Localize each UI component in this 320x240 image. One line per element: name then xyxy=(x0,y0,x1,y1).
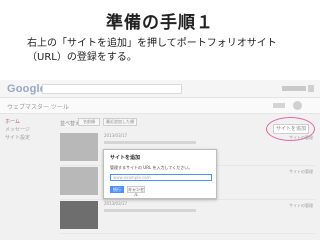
add-site-dialog: サイトを追加 管理するサイトの URL を入力してください。 www.examp… xyxy=(103,149,217,199)
app-header: ウェブマスター ツール xyxy=(0,98,320,114)
help-link[interactable] xyxy=(273,103,285,108)
slide-title: 準備の手順１ xyxy=(106,13,214,33)
dialog-continue-button[interactable]: 続行 xyxy=(110,186,124,193)
nav-item-messages[interactable]: メッセージ xyxy=(5,126,57,134)
sort-name-button[interactable]: 名前順 xyxy=(78,118,100,126)
site-thumbnail xyxy=(60,167,98,195)
nav-item-settings[interactable]: サイト設定 xyxy=(5,134,57,142)
app-title: ウェブマスター ツール xyxy=(7,104,69,111)
gear-icon[interactable] xyxy=(293,101,302,110)
dialog-title: サイトを追加 xyxy=(110,155,141,161)
notification-icon[interactable] xyxy=(308,85,314,92)
nav-item-home[interactable]: ホーム xyxy=(5,118,57,126)
instruction-text: 右上の「サイトを追加」を押してポートフォリオサイト（URL）の登録をする。 xyxy=(27,38,277,63)
site-row[interactable]: 2013/03/17 サイトの管理 xyxy=(60,200,315,234)
row-manage-link[interactable]: サイトの管理 xyxy=(289,135,313,141)
dialog-description: 管理するサイトの URL を入力してください。 xyxy=(110,165,193,170)
row-line xyxy=(104,209,196,212)
row-date: 2013/03/17 xyxy=(104,133,128,138)
dialog-cancel-button[interactable]: キャンセル xyxy=(127,186,145,197)
google-logo[interactable]: Google xyxy=(7,83,46,95)
search-bar[interactable] xyxy=(42,84,182,94)
site-url-input[interactable]: www.example.com xyxy=(110,174,212,181)
sort-label: 並べ替え xyxy=(60,121,81,127)
row-manage-link[interactable]: サイトの管理 xyxy=(289,203,313,209)
screenshot-panel: Google ウェブマスター ツール ホーム メッセージ サイト設定 並べ替え … xyxy=(0,80,320,240)
sort-recent-button[interactable]: 最近追加した順 xyxy=(103,118,137,126)
row-date: 2013/03/17 xyxy=(104,201,128,206)
site-thumbnail xyxy=(60,133,98,161)
account-menu[interactable] xyxy=(282,86,306,91)
site-thumbnail xyxy=(60,201,98,229)
row-manage-link[interactable]: サイトの管理 xyxy=(289,169,313,175)
row-line xyxy=(104,141,196,144)
sidebar-nav: ホーム メッセージ サイト設定 xyxy=(5,118,57,142)
top-bar: Google xyxy=(0,80,320,98)
